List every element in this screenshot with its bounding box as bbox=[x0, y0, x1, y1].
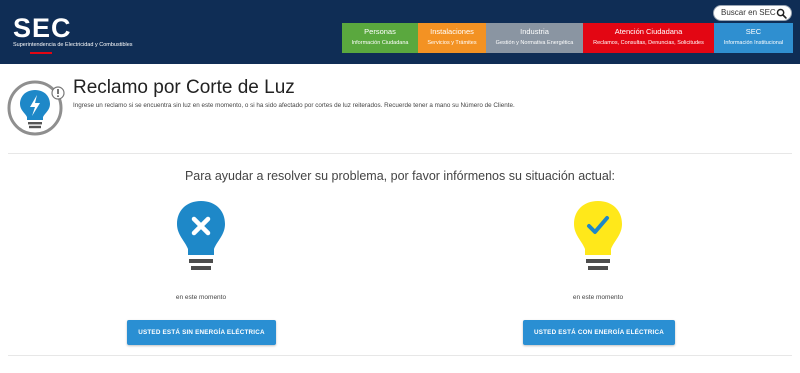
nav-sec-subtitle: Información Institucional bbox=[723, 40, 784, 46]
nav-atencion-subtitle: Reclamos, Consultas, Denuncias, Solicitu… bbox=[593, 40, 704, 46]
with-power-button[interactable]: USTED ESTÁ CON ENERGÍA ELÉCTRICA bbox=[523, 320, 675, 345]
nav-instalaciones-subtitle: Servicios y Trámites bbox=[427, 40, 477, 46]
nav-personas[interactable]: Personas Información Ciudadana bbox=[342, 23, 418, 53]
nav-industria[interactable]: Industria Gestión y Normativa Energética bbox=[486, 23, 583, 53]
nav-sec[interactable]: SEC Información Institucional bbox=[714, 23, 793, 53]
nav-atencion-ciudadana[interactable]: Atención Ciudadana Reclamos, Consultas, … bbox=[583, 23, 714, 53]
nav-atencion-title: Atención Ciudadana bbox=[614, 27, 683, 36]
search-icon[interactable] bbox=[776, 8, 787, 19]
logo-mark: SEC bbox=[13, 13, 72, 43]
page-title: Reclamo por Corte de Luz bbox=[73, 77, 295, 98]
site-header: SEC Superintendencia de Electricidad y C… bbox=[0, 0, 800, 64]
nav-instalaciones-title: Instalaciones bbox=[430, 27, 474, 36]
nav-instalaciones[interactable]: Instalaciones Servicios y Trámites bbox=[418, 23, 486, 53]
nav-personas-subtitle: Información Ciudadana bbox=[351, 40, 409, 46]
sec-logo[interactable]: SEC Superintendencia de Electricidad y C… bbox=[13, 15, 143, 55]
nav-industria-subtitle: Gestión y Normativa Energética bbox=[495, 40, 574, 46]
caption-no-power: en este momento bbox=[175, 294, 227, 301]
page-description: Ingrese un reclamo si se encuentra sin l… bbox=[73, 102, 515, 109]
search-box[interactable]: Buscar en SEC bbox=[713, 5, 792, 21]
caption-with-power: en este momento bbox=[572, 294, 624, 301]
logo-underline bbox=[30, 52, 52, 54]
no-power-button[interactable]: USTED ESTÁ SIN ENERGÍA ELÉCTRICA bbox=[127, 320, 276, 345]
power-outage-bulb-icon bbox=[7, 80, 65, 136]
nav-industria-title: Industria bbox=[520, 27, 549, 36]
bulb-on-icon bbox=[574, 201, 622, 270]
divider bbox=[8, 355, 792, 356]
nav-personas-title: Personas bbox=[364, 27, 396, 36]
nav-sec-title: SEC bbox=[745, 27, 762, 36]
search-label: Buscar en SEC bbox=[721, 8, 776, 17]
logo-subtitle: Superintendencia de Electricidad y Combu… bbox=[13, 42, 133, 48]
situation-question: Para ayudar a resolver su problema, por … bbox=[184, 169, 616, 183]
divider bbox=[8, 153, 792, 154]
bulb-off-icon bbox=[177, 201, 225, 270]
